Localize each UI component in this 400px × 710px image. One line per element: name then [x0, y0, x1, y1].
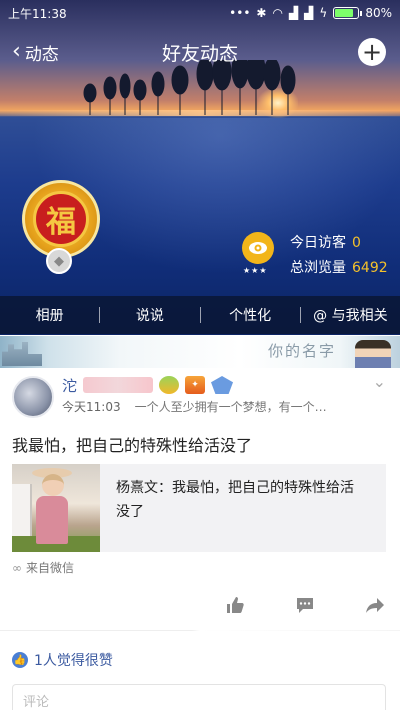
tab-moments[interactable]: 说说	[100, 305, 199, 325]
avatar[interactable]: 福	[22, 180, 100, 258]
divider	[0, 630, 400, 631]
signal-icon: ▟	[288, 6, 299, 20]
comment-input[interactable]: 评论	[12, 684, 386, 710]
profile-tabs: 相册 说说 个性化 @ 与我相关	[0, 296, 400, 334]
city-skyline-image	[2, 342, 42, 366]
level-badge-icon	[159, 376, 180, 394]
post-meta: 今天11:03 一个人至少拥有一个梦想，有一个…	[62, 398, 382, 415]
comment-icon	[297, 598, 313, 613]
shared-title-line1: 杨熹文：我最怕，把自己的特殊性给活	[116, 480, 354, 496]
tab-related-to-me[interactable]: @ 与我相关	[301, 305, 400, 325]
add-button[interactable]: +	[358, 38, 386, 66]
share-button[interactable]	[364, 594, 386, 616]
post-author-name-blurred	[83, 377, 154, 393]
comment-button[interactable]	[294, 594, 316, 616]
eye-icon	[249, 242, 267, 254]
avatar-level-badge[interactable]: ◆	[46, 248, 72, 274]
status-bar: 上午11:38 ••• ✱ ◠ ▟ ▟ ϟ 80%	[0, 0, 400, 26]
cover-photo[interactable]: 上午11:38 ••• ✱ ◠ ▟ ▟ ϟ 80% ‹ 动态 好友动态 + 福 …	[0, 0, 400, 335]
thumbnail-dress	[36, 496, 68, 544]
post-actions	[224, 594, 386, 616]
signal-icon: ▟	[304, 6, 314, 20]
battery-percent: 80%	[365, 6, 392, 20]
like-count-icon: 👍	[12, 652, 28, 668]
visitors-today-label: 今日访客	[290, 235, 346, 251]
banner-text: 你的名字	[268, 342, 337, 360]
chevron-left-icon: ‹	[12, 39, 21, 64]
likes-summary[interactable]: 👍 1人觉得很赞	[12, 650, 113, 670]
plus-icon: +	[361, 38, 383, 66]
total-views[interactable]: 总浏览量 6492	[290, 257, 388, 277]
likes-text: 1人觉得很赞	[34, 653, 113, 669]
tab-personalize[interactable]: 个性化	[201, 305, 300, 325]
bluetooth-icon: ✱	[256, 6, 267, 20]
shared-title: 杨熹文：我最怕，把自己的特殊性给活 没了	[100, 464, 386, 552]
thumbnail-door	[12, 484, 32, 544]
diamond-badge-icon	[211, 376, 234, 394]
post-author-avatar[interactable]	[12, 376, 54, 418]
battery-icon	[333, 7, 363, 19]
post-time: 今天11:03	[62, 400, 121, 414]
visitor-eye-badge[interactable]	[242, 232, 274, 264]
post-author[interactable]: 沱 ✦	[62, 374, 234, 396]
avatar-fu-char: 福	[33, 191, 89, 247]
post-signature: 一个人至少拥有一个梦想，有一个…	[134, 400, 327, 414]
post-source: ∞ 来自微信	[12, 559, 74, 576]
back-label: 动态	[24, 44, 59, 65]
total-views-value: 6492	[352, 260, 388, 276]
chevron-down-icon[interactable]: ⌄	[373, 372, 386, 391]
like-button[interactable]	[224, 594, 246, 616]
title-bar: ‹ 动态 好友动态 +	[0, 30, 400, 74]
total-views-label: 总浏览量	[290, 260, 346, 276]
vip-badge-icon: ✦	[185, 376, 206, 394]
charging-icon: ϟ	[319, 6, 328, 20]
thumbs-up-icon	[227, 597, 244, 613]
status-time: 上午11:38	[8, 6, 67, 21]
shared-title-line2: 没了	[116, 504, 144, 520]
visitor-stars: ★★★	[243, 266, 268, 275]
link-icon: ∞	[12, 560, 22, 575]
share-arrow-icon	[366, 598, 384, 613]
visitors-today[interactable]: 今日访客 0	[290, 232, 361, 252]
post-text: 我最怕，把自己的特殊性给活没了	[12, 436, 253, 455]
dots-icon: •••	[229, 6, 251, 20]
tab-album[interactable]: 相册	[0, 305, 99, 325]
post-source-text: 来自微信	[26, 561, 75, 575]
characters-image	[355, 340, 391, 368]
thumbnail-head	[42, 474, 64, 496]
post-author-name[interactable]: 沱	[62, 375, 77, 396]
badge-icon: ◆	[54, 253, 64, 269]
battery-fill	[335, 9, 353, 17]
wifi-icon: ◠	[272, 6, 283, 20]
page-title: 好友动态	[161, 42, 238, 65]
shared-link-card[interactable]: 杨熹文：我最怕，把自己的特殊性给活 没了	[12, 464, 386, 552]
back-button[interactable]: ‹ 动态	[12, 40, 59, 65]
visitors-today-value: 0	[352, 235, 361, 251]
decor-banner: 你的名字	[0, 336, 400, 368]
shared-thumbnail	[12, 464, 100, 552]
